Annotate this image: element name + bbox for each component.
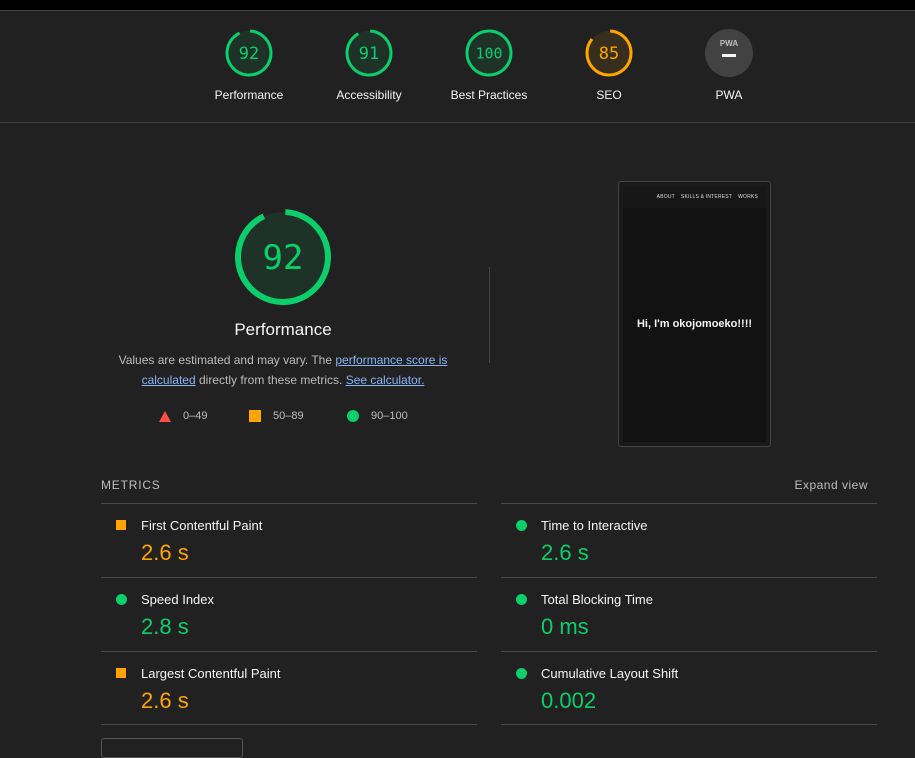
gauge-score: 85	[599, 44, 619, 64]
see-calculator-link[interactable]: See calculator.	[346, 373, 425, 387]
gauge-score: 91	[359, 44, 379, 64]
legend-range: 50–89	[273, 410, 304, 422]
svg-text:PWA: PWA	[720, 39, 738, 48]
gauge-label: PWA	[715, 88, 743, 102]
metric-first-contentful-paint: First Contentful Paint 2.6 s	[101, 504, 477, 578]
metric-value: 2.8 s	[141, 614, 189, 639]
metric-largest-contentful-paint: Largest Contentful Paint 2.6 s	[101, 652, 477, 726]
screenshot-nav: ABOUT SKILLS & INTEREST WORKS	[623, 186, 766, 208]
metric-value: 0 ms	[541, 614, 589, 639]
gauge-label: SEO	[596, 88, 622, 102]
gauge-ring: 92	[225, 29, 273, 77]
gauge-ring: 91	[345, 29, 393, 77]
metric-name: Speed Index	[141, 592, 215, 607]
gauge-accessibility[interactable]: 91 Accessibility	[319, 28, 419, 102]
square-icon	[249, 410, 261, 422]
gauge-ring: 100	[465, 29, 513, 77]
score-summary: 92 Performance 91 Accessibility 100 Best…	[0, 11, 915, 123]
gauge-pwa[interactable]: PWA PWA	[679, 28, 779, 102]
divider	[101, 724, 477, 725]
gauge-seo[interactable]: 85 SEO	[559, 28, 659, 102]
gauge-best-practices[interactable]: 100 Best Practices	[439, 28, 539, 102]
screenshot-page: ABOUT SKILLS & INTEREST WORKS Hi, I'm ok…	[623, 186, 766, 442]
circle-icon	[516, 520, 527, 531]
metric-speed-index: Speed Index 2.8 s	[101, 578, 477, 652]
gauge-score: 92	[239, 44, 259, 64]
circle-icon	[116, 594, 127, 605]
gauge-performance[interactable]: 92 Performance	[199, 28, 299, 102]
circle-icon	[516, 668, 527, 679]
circle-icon	[516, 594, 527, 605]
triangle-icon	[159, 410, 171, 422]
gauge-label: Accessibility	[336, 88, 402, 102]
circle-icon	[347, 410, 359, 422]
final-screenshot[interactable]: ABOUT SKILLS & INTEREST WORKS Hi, I'm ok…	[618, 181, 771, 447]
top-bar	[0, 0, 915, 11]
legend-pass: 90–100	[347, 410, 408, 422]
metric-value: 2.6 s	[141, 688, 189, 713]
metrics-heading: METRICS	[101, 478, 161, 492]
legend-fail: 0–49	[159, 410, 207, 422]
pwa-badge-icon: PWA	[705, 29, 753, 77]
metric-value: 2.6 s	[541, 540, 589, 565]
gauge-label: Performance	[214, 88, 284, 102]
gauge-ring: 85	[585, 29, 633, 77]
metric-name: Total Blocking Time	[541, 592, 653, 607]
nav-item: ABOUT	[656, 194, 675, 200]
gauge-score: 92	[263, 238, 304, 278]
metric-name: Largest Contentful Paint	[141, 666, 281, 681]
metric-time-to-interactive: Time to Interactive 2.6 s	[501, 504, 877, 578]
nav-item: SKILLS & INTEREST	[680, 194, 733, 200]
performance-title: Performance	[234, 320, 332, 339]
desc-text: Values are estimated and may vary. The	[118, 353, 336, 367]
performance-description: Values are estimated and may vary. The p…	[108, 350, 458, 390]
metric-value: 0.002	[541, 688, 597, 713]
legend-range: 90–100	[371, 410, 408, 422]
desc-text: directly from these metrics.	[195, 373, 346, 387]
metric-name: Cumulative Layout Shift	[541, 666, 679, 681]
gauge-score: 100	[475, 44, 502, 62]
metric-name: Time to Interactive	[541, 518, 648, 533]
nav-item: WORKS	[738, 194, 758, 200]
divider	[489, 267, 490, 363]
legend-range: 0–49	[183, 410, 208, 422]
square-icon	[116, 520, 126, 530]
expand-view-toggle[interactable]: Expand view	[794, 478, 868, 492]
gauge-label: Best Practices	[450, 88, 528, 102]
metric-value: 2.6 s	[141, 540, 189, 565]
metric-name: First Contentful Paint	[141, 518, 263, 533]
square-icon	[116, 668, 126, 678]
metric-cumulative-layout-shift: Cumulative Layout Shift 0.002	[501, 652, 877, 726]
performance-gauge: 92	[235, 209, 331, 305]
metric-total-blocking-time: Total Blocking Time 0 ms	[501, 578, 877, 652]
divider	[501, 724, 877, 725]
screenshot-hero-text: Hi, I'm okojomoeko!!!!	[636, 318, 753, 330]
view-treemap-button[interactable]	[101, 738, 243, 758]
legend-average: 50–89	[249, 410, 304, 422]
